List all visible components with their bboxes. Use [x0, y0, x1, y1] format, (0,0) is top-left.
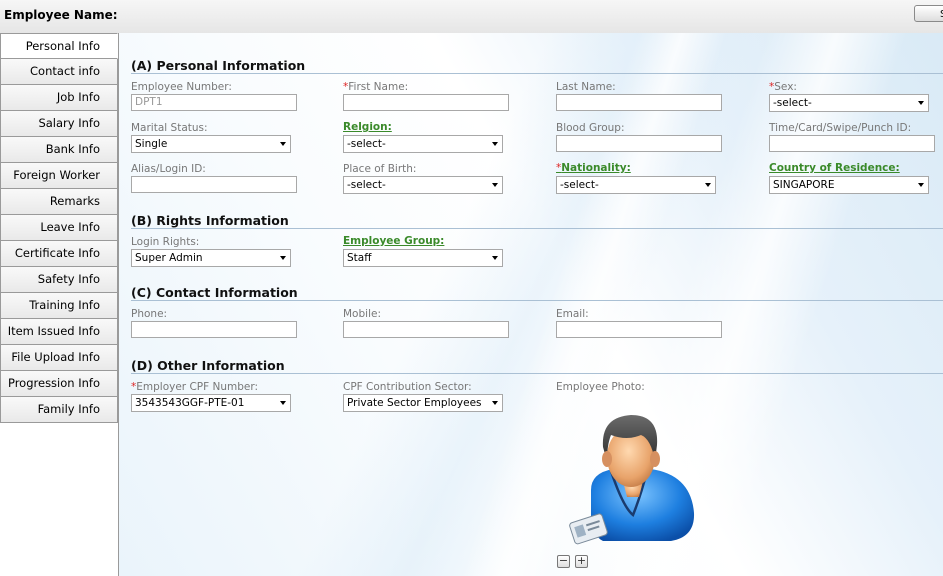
zoom-in-button[interactable]: +: [575, 555, 588, 568]
section-title-contact: (C) Contact Information: [131, 285, 298, 300]
dropdown-arrow-icon: [492, 142, 498, 146]
dropdown-arrow-icon: [280, 142, 286, 146]
employee-name-title: Employee Name:: [4, 8, 118, 22]
dropdown-arrow-icon: [705, 183, 711, 187]
first-name-field[interactable]: [343, 94, 509, 111]
phone-label: Phone:: [131, 308, 168, 320]
section-divider: [131, 228, 943, 229]
sex-select[interactable]: -select-: [769, 94, 929, 112]
last-name-label: Last Name:: [556, 81, 616, 93]
marital-status-label: Marital Status:: [131, 122, 208, 134]
time-card-label: Time/Card/Swipe/Punch ID:: [769, 122, 912, 134]
cpf-sector-label: CPF Contribution Sector:: [343, 381, 472, 393]
country-of-residence-select[interactable]: SINGAPORE: [769, 176, 929, 194]
zoom-out-button[interactable]: −: [557, 555, 570, 568]
employee-group-select[interactable]: Staff: [343, 249, 503, 267]
phone-field[interactable]: [131, 321, 297, 338]
section-title-other: (D) Other Information: [131, 358, 285, 373]
sidebar-item-foreign-worker[interactable]: Foreign Worker: [0, 163, 118, 189]
employee-number-label: Employee Number:: [131, 81, 232, 93]
header-action-button[interactable]: S: [914, 5, 943, 22]
marital-status-select[interactable]: Single: [131, 135, 291, 153]
nationality-label-link[interactable]: *Nationality:: [556, 162, 631, 174]
sidebar-item-progression-info[interactable]: Progression Info: [0, 371, 118, 397]
sidebar-item-file-upload-info[interactable]: File Upload Info: [0, 345, 118, 371]
dropdown-arrow-icon: [492, 256, 498, 260]
login-rights-select[interactable]: Super Admin: [131, 249, 291, 267]
section-divider: [131, 300, 943, 301]
form-panel: (A) Personal Information Employee Number…: [119, 33, 943, 576]
sidebar-item-certificate-info[interactable]: Certificate Info: [0, 241, 118, 267]
alias-label: Alias/Login ID:: [131, 163, 206, 175]
sidebar-item-item-issued-info[interactable]: Item Issued Info: [0, 319, 118, 345]
employee-number-field[interactable]: DPT1: [131, 94, 297, 111]
header-bar: Employee Name: S: [0, 0, 943, 34]
sidebar-item-job-info[interactable]: Job Info: [0, 85, 118, 111]
cpf-sector-select[interactable]: Private Sector Employees: [343, 394, 503, 412]
section-title-personal: (A) Personal Information: [131, 58, 306, 73]
section-divider: [131, 373, 943, 374]
employee-photo-placeholder-icon[interactable]: [551, 395, 711, 553]
employer-cpf-select[interactable]: 3543543GGF-PTE-01: [131, 394, 291, 412]
dropdown-arrow-icon: [492, 183, 498, 187]
religion-label-link[interactable]: Relgion:: [343, 121, 392, 133]
sex-label: *Sex:: [769, 81, 797, 93]
dropdown-arrow-icon: [492, 401, 498, 405]
sidebar-item-leave-info[interactable]: Leave Info: [0, 215, 118, 241]
sidebar-item-family-info[interactable]: Family Info: [0, 397, 118, 423]
country-of-residence-label-link[interactable]: Country of Residence:: [769, 162, 900, 174]
dropdown-arrow-icon: [918, 101, 924, 105]
sidebar-item-personal-info[interactable]: Personal Info: [0, 33, 118, 59]
email-field[interactable]: [556, 321, 722, 338]
first-name-label: *First Name:: [343, 81, 409, 93]
sidebar-item-salary-info[interactable]: Salary Info: [0, 111, 118, 137]
sidebar-item-training-info[interactable]: Training Info: [0, 293, 118, 319]
mobile-field[interactable]: [343, 321, 509, 338]
section-title-rights: (B) Rights Information: [131, 213, 289, 228]
sidebar: Personal Info Contact info Job Info Sala…: [0, 33, 119, 576]
blood-group-field[interactable]: [556, 135, 722, 152]
last-name-field[interactable]: [556, 94, 722, 111]
sidebar-item-contact-info[interactable]: Contact info: [0, 59, 118, 85]
dropdown-arrow-icon: [280, 256, 286, 260]
sidebar-item-safety-info[interactable]: Safety Info: [0, 267, 118, 293]
email-label: Email:: [556, 308, 589, 320]
blood-group-label: Blood Group:: [556, 122, 625, 134]
sidebar-item-remarks[interactable]: Remarks: [0, 189, 118, 215]
employer-cpf-label: *Employer CPF Number:: [131, 381, 259, 393]
dropdown-arrow-icon: [280, 401, 286, 405]
employee-photo-label: Employee Photo:: [556, 381, 645, 393]
login-rights-label: Login Rights:: [131, 236, 200, 248]
alias-field[interactable]: [131, 176, 297, 193]
dropdown-arrow-icon: [918, 183, 924, 187]
place-of-birth-label: Place of Birth:: [343, 163, 417, 175]
nationality-select[interactable]: -select-: [556, 176, 716, 194]
mobile-label: Mobile:: [343, 308, 381, 320]
religion-select[interactable]: -select-: [343, 135, 503, 153]
section-divider: [131, 73, 943, 74]
sidebar-item-bank-info[interactable]: Bank Info: [0, 137, 118, 163]
place-of-birth-select[interactable]: -select-: [343, 176, 503, 194]
employee-group-label-link[interactable]: Employee Group:: [343, 235, 444, 247]
time-card-field[interactable]: [769, 135, 935, 152]
